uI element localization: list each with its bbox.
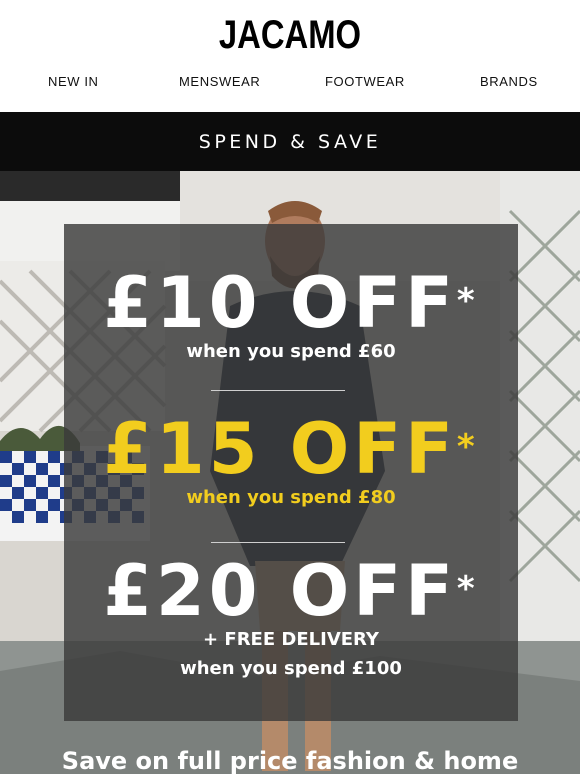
offer-15[interactable]: £15 OFF* when you spend £80 [64,412,518,510]
tagline: Save on full price fashion & home [61,747,519,774]
offer-15-amount: £15 OFF [103,408,457,490]
nav-footwear[interactable]: FOOTWEAR [325,72,405,92]
offers-panel: £10 OFF* when you spend £60 £15 OFF* whe… [64,224,518,721]
offer-10-asterisk: * [456,281,479,321]
hero-image[interactable]: £10 OFF* when you spend £60 £15 OFF* whe… [0,171,580,774]
offer-20-condition: when you spend £100 [180,658,402,679]
offer-divider [211,542,345,543]
offer-20-asterisk: * [456,569,479,609]
promo-banner-label: SPEND & SAVE [198,130,382,153]
email-header: JACAMO NEW IN MENSWEAR FOOTWEAR BRANDS [0,0,580,112]
top-nav: NEW IN MENSWEAR FOOTWEAR BRANDS [0,72,580,92]
nav-new-in[interactable]: NEW IN [48,72,99,92]
offer-20[interactable]: £20 OFF* + FREE DELIVERY when you spend … [64,554,518,681]
brand-logo[interactable]: JACAMO [52,12,528,58]
offer-divider [211,390,345,391]
offer-10-amount: £10 OFF [103,262,457,344]
offer-20-amount: £20 OFF [103,550,457,632]
offer-10[interactable]: £10 OFF* when you spend £60 [64,266,518,364]
nav-menswear[interactable]: MENSWEAR [179,72,260,92]
offer-15-asterisk: * [456,427,479,467]
promo-banner[interactable]: SPEND & SAVE [0,112,580,171]
nav-brands[interactable]: BRANDS [480,72,538,92]
